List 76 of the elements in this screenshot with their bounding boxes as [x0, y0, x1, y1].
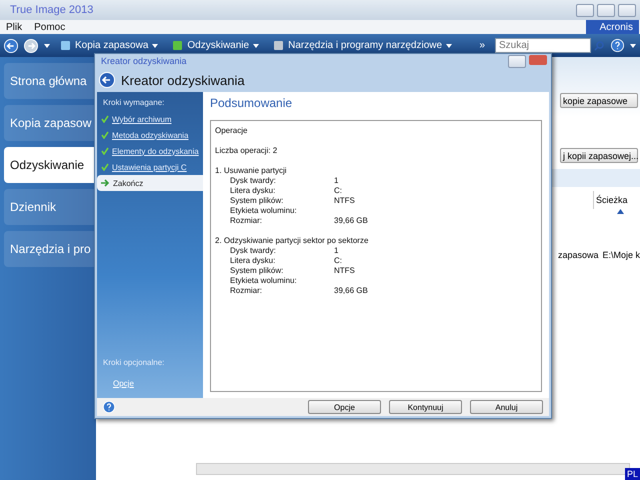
app-icon — [273, 40, 284, 51]
caret-icon — [630, 44, 636, 48]
field-value: 1 — [334, 246, 340, 256]
nav-item[interactable]: Narzędzia i pro — [4, 231, 96, 267]
table-cell: E:\Moje k — [602, 250, 640, 260]
field-label: Litera dysku: — [230, 256, 276, 266]
brand-logo: Acronis — [586, 20, 639, 34]
summary-text: Operacje — [215, 126, 248, 136]
minimize-button[interactable] — [576, 4, 594, 16]
field-value: C: — [334, 186, 343, 196]
field-label: Rozmiar: — [230, 286, 264, 296]
menu-item[interactable]: Pomoc — [34, 22, 66, 32]
section-label: Kroki opcjonalne: — [102, 358, 166, 367]
field-value: NTFS — [334, 266, 356, 276]
overflow-button[interactable]: » — [475, 40, 489, 51]
toolbar-menu-button[interactable]: Narzędzia i programy narzędziowe — [269, 40, 456, 51]
window-title: True Image 2013 — [10, 4, 94, 16]
back-icon[interactable] — [4, 38, 18, 52]
field-value: C: — [334, 256, 343, 266]
app-icon — [172, 40, 184, 51]
nav-item[interactable]: Strona główna — [4, 63, 96, 99]
background-button[interactable]: j kopii zapasowej... — [560, 148, 638, 163]
caret-icon — [253, 44, 260, 48]
caret-icon — [44, 44, 50, 48]
field-label: Etykieta woluminu: — [230, 206, 298, 216]
field-value: 1 — [334, 176, 340, 186]
dialog-heading: Kreator odzyskiwania — [121, 72, 245, 88]
field-label: Etykieta woluminu: — [230, 276, 298, 286]
toolbar-menu-button[interactable]: Kopia zapasowa — [56, 40, 162, 51]
caret-icon — [446, 44, 452, 48]
menu-item[interactable]: Plik — [6, 22, 22, 32]
close-button[interactable] — [618, 4, 636, 16]
back-icon[interactable] — [99, 72, 115, 88]
search-icon[interactable] — [593, 40, 605, 52]
field-label: Litera dysku: — [230, 186, 276, 196]
wizard-step[interactable]: Elementy do odzyskania — [97, 143, 203, 159]
field-value: 39,66 GB — [334, 216, 369, 226]
restore-button[interactable] — [508, 54, 526, 68]
caret-icon — [152, 44, 158, 48]
wizard-step[interactable]: Metoda odzyskiwania — [97, 127, 203, 143]
toolbar-menu-button[interactable]: Odzyskiwanie — [168, 40, 264, 51]
wizard-step[interactable]: Zakończ — [97, 175, 203, 191]
nav-item[interactable]: Odzyskiwanie — [4, 147, 96, 183]
wizard-step[interactable]: Wybór archiwum — [97, 111, 203, 127]
forward-icon[interactable] — [24, 38, 38, 52]
wizard-step[interactable]: Ustawienia partycji C — [97, 159, 203, 175]
page-title: Podsumowanie — [210, 96, 294, 110]
column-header[interactable]: Ścieżka — [593, 191, 640, 209]
section-label: Kroki wymagane: — [102, 98, 166, 107]
language-indicator[interactable]: PL — [624, 468, 640, 480]
close-button[interactable] — [529, 54, 547, 64]
dialog-caption: Kreator odzyskiwania — [101, 56, 187, 66]
operation-title: 2. Odzyskiwanie partycji sektor po sektorze — [215, 236, 368, 245]
field-value: 39,66 GB — [334, 286, 369, 296]
maximize-button[interactable] — [597, 4, 615, 16]
sort-caret-icon — [617, 209, 624, 214]
nav-item[interactable]: Kopia zapasow — [4, 105, 96, 141]
dialog-button[interactable]: Kontynuuj — [389, 400, 462, 414]
app-icon — [60, 40, 71, 51]
operation-title: 1. Usuwanie partycji — [215, 166, 287, 175]
field-label: Dysk twardy: — [230, 246, 277, 256]
table-cell: zapasowa — [558, 250, 598, 260]
arrow-icon — [101, 179, 110, 187]
field-value: NTFS — [334, 196, 356, 206]
dialog-button[interactable]: Anuluj — [470, 400, 543, 414]
nav-item[interactable]: Dziennik — [4, 189, 96, 225]
help-icon[interactable] — [103, 401, 115, 413]
search-field[interactable]: Szukaj — [495, 38, 591, 53]
field-label: Dysk twardy: — [230, 176, 277, 186]
background-button[interactable]: kopie zapasowe — [560, 93, 638, 108]
field-label: Rozmiar: — [230, 216, 264, 226]
summary-text: Liczba operacji: 2 — [215, 146, 278, 156]
field-label: System plików: — [230, 196, 284, 206]
dialog-button[interactable]: Opcje — [308, 400, 381, 414]
help-icon[interactable] — [611, 39, 624, 52]
field-label: System plików: — [230, 266, 284, 276]
